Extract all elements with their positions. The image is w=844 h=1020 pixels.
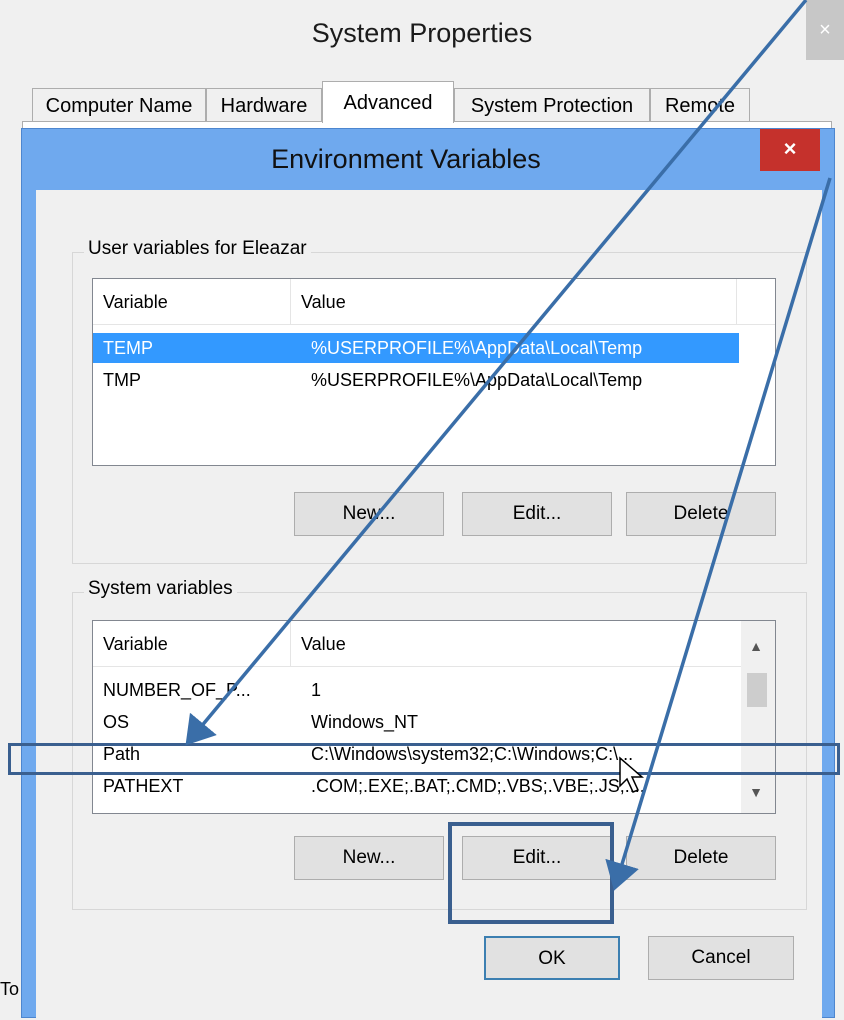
mouse-cursor-icon (619, 756, 645, 793)
annotation-arrows (185, 0, 832, 891)
annotation-arrow-icon (185, 0, 808, 746)
tab-advanced[interactable]: Advanced (322, 81, 454, 123)
annotation-arrow-icon (605, 177, 832, 891)
